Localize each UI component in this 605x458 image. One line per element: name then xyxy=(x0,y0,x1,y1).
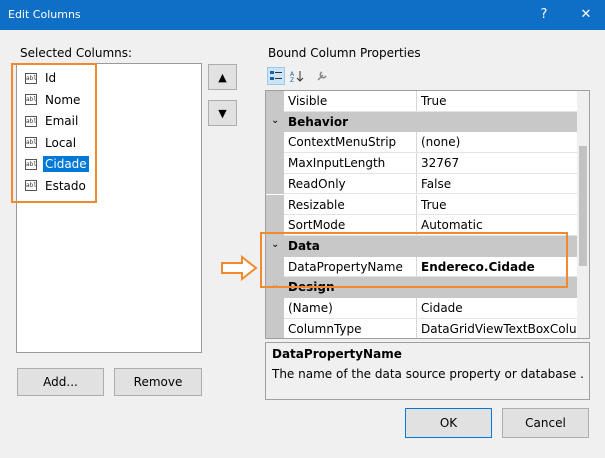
alphabetical-view-button[interactable]: A Z xyxy=(288,67,306,85)
window-title: Edit Columns xyxy=(8,8,81,21)
column-item-label: Email xyxy=(45,114,79,128)
category-data[interactable]: ⌄ Data xyxy=(266,235,578,257)
column-item-email[interactable]: abl Email xyxy=(25,111,80,131)
pointer-arrow-icon xyxy=(221,255,258,281)
property-value[interactable]: Endereco.Cidade xyxy=(416,256,578,278)
wrench-icon xyxy=(317,71,327,81)
property-name: ContextMenuStrip xyxy=(288,135,397,150)
row-margin xyxy=(266,91,284,112)
property-value[interactable]: DataGridViewTextBoxColu xyxy=(416,318,578,338)
collapse-chevron-icon[interactable]: ⌄ xyxy=(271,239,279,250)
property-value[interactable]: False xyxy=(416,173,578,195)
row-margin xyxy=(266,318,284,338)
column-item-label: Nome xyxy=(45,92,81,107)
property-name: ColumnType xyxy=(288,321,362,336)
description-title: DataPropertyName xyxy=(272,347,402,361)
row-margin xyxy=(266,215,284,236)
column-item-id[interactable]: abl Id xyxy=(25,68,58,88)
property-value[interactable]: (none) xyxy=(416,132,578,154)
bound-column-properties-label: Bound Column Properties xyxy=(268,46,421,60)
textbox-column-icon: abl xyxy=(25,137,37,148)
property-row[interactable]: DataPropertyName Endereco.Cidade xyxy=(266,256,578,278)
categorized-view-button[interactable] xyxy=(267,67,285,85)
row-margin xyxy=(266,173,284,195)
property-value[interactable]: Automatic xyxy=(416,215,578,236)
column-item-label: Id xyxy=(45,71,57,85)
property-row[interactable]: Visible True xyxy=(266,91,578,112)
column-item-label: Cidade xyxy=(42,155,90,173)
property-name: Resizable xyxy=(288,197,345,212)
textbox-column-icon: abl xyxy=(25,94,37,105)
column-item-nome[interactable]: abl Nome xyxy=(25,90,82,110)
description-pane: DataPropertyName The name of the data so… xyxy=(265,342,590,400)
property-row[interactable]: ColumnType DataGridViewTextBoxColu xyxy=(266,318,578,339)
property-row[interactable]: MaxInputLength 32767 xyxy=(266,153,578,174)
categorized-icon xyxy=(270,71,282,80)
textbox-column-icon: abl xyxy=(25,115,37,127)
column-item-label: Estado xyxy=(45,178,86,193)
arrow-up-icon: ▲ xyxy=(218,70,227,84)
property-name: ReadOnly xyxy=(288,176,346,191)
row-margin xyxy=(266,132,284,154)
selected-columns-list[interactable]: abl Id abl Nome abl Email abl Local abl Cidade abl… xyxy=(16,63,202,353)
column-item-cidade[interactable]: abl Cidade xyxy=(25,154,90,174)
help-button[interactable]: ? xyxy=(530,4,558,26)
ok-button[interactable]: OK xyxy=(405,408,492,438)
property-name: (Name) xyxy=(288,301,333,315)
column-item-estado[interactable]: abl Estado xyxy=(25,176,88,196)
collapse-chevron-icon[interactable]: ⌄ xyxy=(271,280,279,291)
column-item-label: Local xyxy=(45,135,77,150)
add-button[interactable]: Add... xyxy=(17,368,104,396)
textbox-column-icon: abl xyxy=(25,158,37,170)
textbox-column-icon: abl xyxy=(25,180,37,191)
svg-text:Z: Z xyxy=(290,77,294,82)
property-value[interactable]: 32767 xyxy=(416,153,578,174)
sort-az-icon: A Z xyxy=(290,71,304,82)
property-name: Visible xyxy=(288,94,328,108)
property-grid[interactable]: Visible True ⌄ Behavior ContextMenuStrip (non… xyxy=(265,90,590,339)
category-behavior[interactable]: ⌄ Behavior xyxy=(266,111,578,133)
property-row[interactable]: Resizable True xyxy=(266,194,578,216)
property-row[interactable]: ReadOnly False xyxy=(266,173,578,195)
row-margin xyxy=(266,194,284,216)
property-grid-scrollbar[interactable] xyxy=(577,91,589,338)
cancel-button[interactable]: Cancel xyxy=(502,408,589,438)
title-bar: Edit Columns ? ✕ xyxy=(0,0,605,30)
description-text: The name of the data source property or … xyxy=(272,367,584,381)
property-value[interactable]: Cidade xyxy=(416,298,578,319)
property-row[interactable]: SortMode Automatic xyxy=(266,215,578,236)
row-margin xyxy=(266,256,284,278)
category-design[interactable]: ⌄ Design xyxy=(266,277,578,298)
row-margin xyxy=(266,298,284,319)
property-row[interactable]: (Name) Cidade xyxy=(266,298,578,319)
category-label: Design xyxy=(288,280,335,295)
category-label: Data xyxy=(288,238,320,253)
textbox-column-icon: abl xyxy=(25,72,37,84)
selected-columns-label: Selected Columns: xyxy=(20,46,133,60)
property-value[interactable]: True xyxy=(416,194,578,216)
property-pages-button[interactable] xyxy=(313,67,331,85)
row-margin xyxy=(266,153,284,174)
scrollbar-thumb[interactable] xyxy=(579,146,587,266)
remove-button[interactable]: Remove xyxy=(114,368,202,396)
property-name: MaxInputLength xyxy=(288,156,386,171)
property-name: SortMode xyxy=(288,218,346,233)
move-down-button[interactable]: ▼ xyxy=(208,100,237,126)
category-label: Behavior xyxy=(288,114,349,129)
property-value[interactable]: True xyxy=(416,91,578,112)
row-divider xyxy=(284,338,578,339)
property-name: DataPropertyName xyxy=(288,259,403,274)
arrow-down-icon: ▼ xyxy=(218,106,227,120)
close-button[interactable]: ✕ xyxy=(572,4,600,26)
column-item-local[interactable]: abl Local xyxy=(25,133,78,153)
move-up-button[interactable]: ▲ xyxy=(208,64,237,90)
collapse-chevron-icon[interactable]: ⌄ xyxy=(271,115,279,126)
property-row[interactable]: ContextMenuStrip (none) xyxy=(266,132,578,154)
